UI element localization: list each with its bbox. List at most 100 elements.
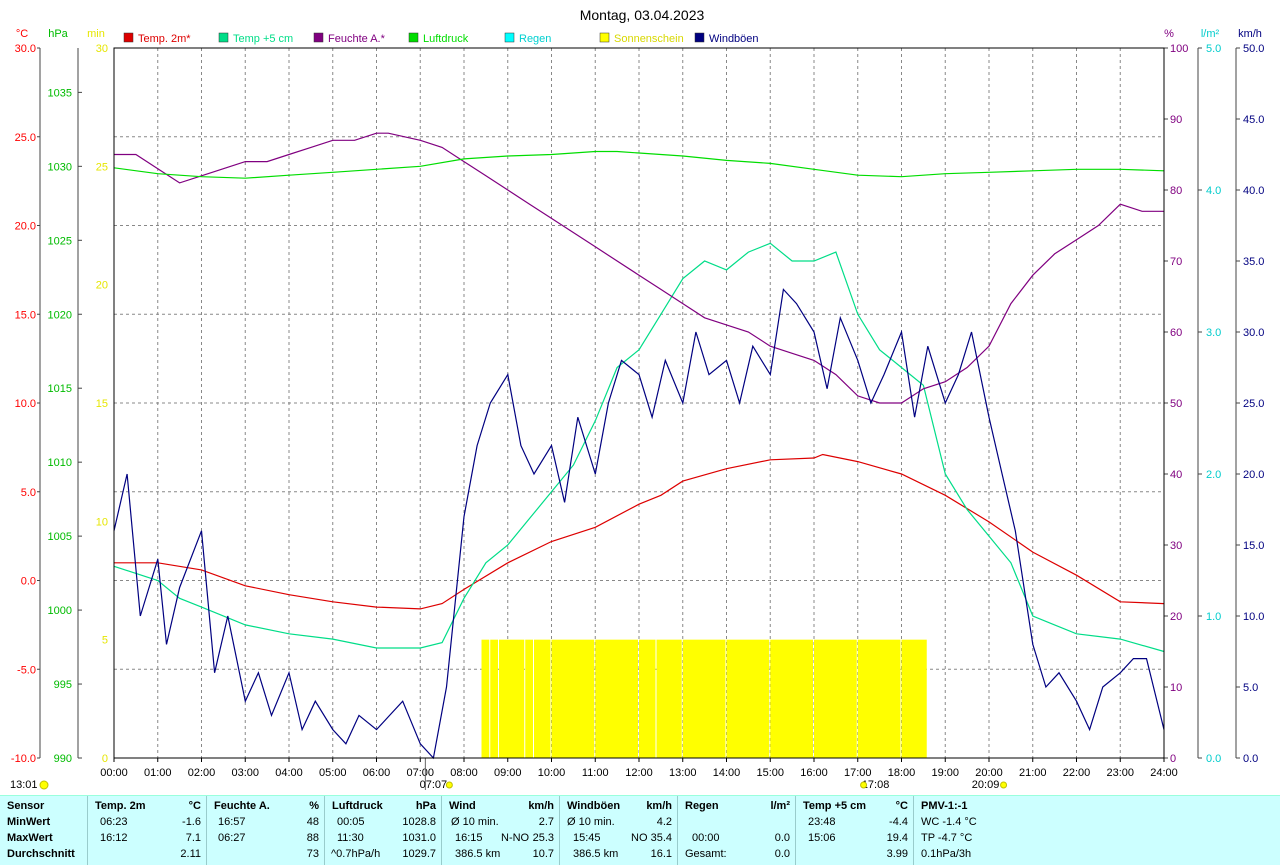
sunshine-bars	[481, 639, 927, 758]
temp5cm-max-time: 15:06	[808, 832, 836, 844]
pressure-tick-label: 1010	[48, 457, 72, 469]
row-label-avg: Durchschnitt	[7, 848, 75, 860]
luftdruck-min-value: 1028.8	[402, 816, 436, 828]
pressure-axis-unit: hPa	[48, 28, 68, 40]
row-label-max: MaxWert	[7, 832, 53, 844]
x-tick-label: 17:00	[844, 767, 872, 779]
x-tick-label: 08:00	[450, 767, 478, 779]
rain-tick-label: 5.0	[1206, 43, 1221, 55]
windboeen-avg-value: 4.2	[656, 816, 672, 828]
legend-label: Temp +5 cm	[233, 33, 293, 45]
humidity-tick-label: 80	[1170, 185, 1182, 197]
wind-avg-value: 2.7	[538, 816, 554, 828]
regen-total-value: 0.0	[774, 848, 790, 860]
pressure-tick-label: 1025	[48, 235, 72, 247]
feuchte-title: Feuchte A.	[214, 800, 270, 812]
windboeen-max-direction: NO	[631, 832, 648, 844]
legend-swatch	[408, 32, 419, 43]
sunshine-bar	[525, 639, 533, 758]
x-tick-label: 03:00	[231, 767, 259, 779]
temp-axis-unit: °C	[16, 28, 28, 40]
sunshine-bar	[857, 639, 901, 758]
footer-col-windboeen: Windböen km/h Ø 10 min. 4.2 15:45 NO 35.…	[559, 796, 678, 865]
luftdruck-max-value: 1031.0	[402, 832, 436, 844]
sunshine-tick-label: 0	[102, 753, 108, 765]
x-tick-label: 02:00	[188, 767, 216, 779]
wind-axis-unit: km/h	[1238, 28, 1262, 40]
x-tick-label: 21:00	[1019, 767, 1047, 779]
sunshine-bar	[481, 639, 490, 758]
legend-swatch	[694, 32, 705, 43]
footer-col-luftdruck: Luftdruck hPa 00:05 1028.8 11:30 1031.0 …	[324, 796, 442, 865]
sun-icon	[1000, 781, 1008, 789]
feuchte-average: 73	[306, 848, 319, 860]
rain-tick-label: 2.0	[1206, 469, 1221, 481]
wind-tick-label: 25.0	[1243, 398, 1264, 410]
regen-total-label: Gesamt:	[685, 848, 727, 860]
temp2m-max-time: 16:12	[100, 832, 128, 844]
row-label-min: MinWert	[7, 816, 51, 828]
wind-tick-label: 45.0	[1243, 114, 1264, 126]
humidity-tick-label: 90	[1170, 114, 1182, 126]
footer-col-feuchte: Feuchte A. % 16:57 48 06:27 88 73	[206, 796, 325, 865]
pressure-tick-label: 1020	[48, 309, 72, 321]
windboeen-max-value: 35.4	[650, 832, 672, 844]
luftdruck-trend: ^0.7hPa/h	[331, 848, 381, 860]
humidity-tick-label: 0	[1170, 753, 1176, 765]
luftdruck-unit: hPa	[415, 800, 436, 812]
wind-tick-label: 10.0	[1243, 611, 1264, 623]
luftdruck-title: Luftdruck	[332, 800, 383, 812]
pressure-tick-label: 995	[54, 679, 72, 691]
temp-tick-label: -5.0	[17, 664, 36, 676]
wind-max-time: 16:15	[455, 832, 483, 844]
humidity-tick-label: 30	[1170, 540, 1182, 552]
sunshine-bar	[534, 639, 551, 758]
luftdruck-average: 1029.7	[402, 848, 436, 860]
pressure-tick-label: 1000	[48, 605, 72, 617]
sunshine-tick-label: 15	[96, 398, 108, 410]
sunshine-bar	[551, 639, 595, 758]
temp2m-title: Temp. 2m	[95, 800, 146, 812]
windboeen-title: Windböen	[567, 800, 621, 812]
feuchte-max-value: 88	[306, 832, 319, 844]
temp2m-average: 2.11	[180, 848, 201, 860]
legend-swatch	[504, 32, 515, 43]
sunshine-tick-label: 20	[96, 280, 108, 292]
x-tick-label: 12:00	[625, 767, 653, 779]
windboeen-max-time: 15:45	[573, 832, 601, 844]
wind-tick-label: 35.0	[1243, 256, 1264, 268]
regen-title: Regen	[685, 800, 719, 812]
pressure-tick-label: 1005	[48, 531, 72, 543]
wind-tick-label: 15.0	[1243, 540, 1264, 552]
temp-tick-label: 30.0	[15, 43, 36, 55]
sensor-title: Sensor	[7, 800, 45, 812]
sunshine-bar	[901, 639, 927, 758]
pressure-tick-label: 990	[54, 753, 72, 765]
temp2m-min-time: 06:23	[100, 816, 128, 828]
sunshine-bar	[595, 639, 638, 758]
pressure-tick-label: 1015	[48, 383, 72, 395]
legend-label: Temp. 2m*	[138, 33, 191, 45]
wind-avg-label: Ø 10 min.	[451, 816, 499, 828]
temp5cm-average: 3.99	[886, 848, 908, 860]
wind-tick-label: 5.0	[1243, 682, 1258, 694]
regen-max-time: 00:00	[692, 832, 720, 844]
feuchte-min-value: 48	[306, 816, 319, 828]
footer-col-pmv: PMV-1:-1 WC -1.4 °C TP -4.7 °C 0.1hPa/3h	[913, 796, 1034, 865]
rain-tick-label: 1.0	[1206, 611, 1221, 623]
legend-swatch	[123, 32, 134, 43]
chart-title: Montag, 03.04.2023	[580, 7, 705, 23]
sunset-label: 20:09	[972, 779, 1000, 791]
temp5cm-min-value: -4.4	[889, 816, 908, 828]
humidity-tick-label: 40	[1170, 469, 1182, 481]
windboeen-distance: 386.5 km	[573, 848, 619, 860]
humidity-tick-label: 10	[1170, 682, 1182, 694]
x-tick-label: 01:00	[144, 767, 172, 779]
temp5cm-max-value: 19.4	[886, 832, 908, 844]
wind-title: Wind	[449, 800, 476, 812]
wind-tick-label: 30.0	[1243, 327, 1264, 339]
x-tick-label: 19:00	[931, 767, 959, 779]
legend-label: Sonnenschein	[614, 33, 684, 45]
sunshine-axis-unit: min	[87, 28, 105, 40]
temp-tick-label: 20.0	[15, 221, 36, 233]
